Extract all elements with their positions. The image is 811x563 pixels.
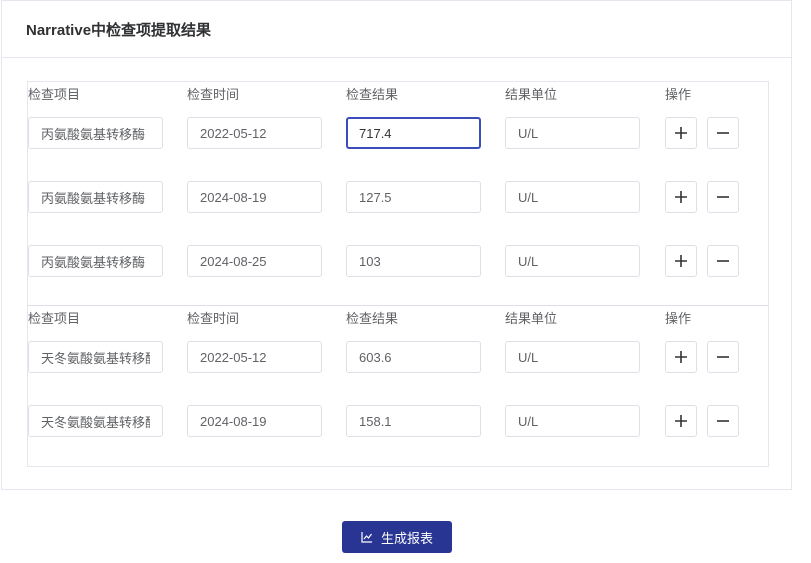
check-item-input[interactable] (28, 117, 163, 149)
plus-icon (675, 191, 687, 203)
generate-report-label: 生成报表 (380, 530, 433, 546)
delete-row-button[interactable] (707, 245, 739, 277)
check-time-input[interactable] (187, 181, 322, 213)
table-row (28, 181, 768, 213)
plus-icon (675, 351, 687, 363)
check-item-group-1: 检查项目 检查时间 检查结果 结果单位 操作 (27, 81, 769, 306)
add-row-button[interactable] (665, 181, 697, 213)
minus-icon (717, 420, 729, 422)
table-row (28, 245, 768, 277)
table-row (28, 117, 768, 149)
check-result-input[interactable] (346, 117, 481, 149)
check-result-input[interactable] (346, 245, 481, 277)
check-result-input[interactable] (346, 341, 481, 373)
header-result-unit: 结果单位 (505, 87, 558, 102)
delete-row-button[interactable] (707, 405, 739, 437)
result-unit-input[interactable] (505, 181, 640, 213)
delete-row-button[interactable] (707, 341, 739, 373)
check-item-input[interactable] (28, 405, 163, 437)
plus-icon (675, 255, 687, 267)
check-item-input[interactable] (28, 245, 163, 277)
header-check-item: 检查项目 (28, 311, 81, 326)
header-check-time: 检查时间 (187, 87, 240, 102)
minus-icon (717, 260, 729, 262)
result-unit-input[interactable] (505, 245, 640, 277)
plus-icon (675, 127, 687, 139)
minus-icon (717, 132, 729, 134)
minus-icon (717, 196, 729, 198)
extraction-result-card: Narrative中检查项提取结果 检查项目 检查时间 检查结果 结果单位 操作 (1, 0, 792, 490)
line-chart-icon (361, 532, 372, 543)
header-check-result: 检查结果 (346, 87, 399, 102)
card-title: Narrative中检查项提取结果 (2, 1, 791, 58)
generate-report-button[interactable]: 生成报表 (342, 521, 452, 553)
check-item-group-2: 检查项目 检查时间 检查结果 结果单位 操作 (27, 306, 769, 467)
check-time-input[interactable] (187, 117, 322, 149)
header-operations: 操作 (665, 87, 692, 102)
header-check-time: 检查时间 (187, 311, 240, 326)
minus-icon (717, 356, 729, 358)
delete-row-button[interactable] (707, 117, 739, 149)
header-check-result: 检查结果 (346, 311, 399, 326)
check-time-input[interactable] (187, 341, 322, 373)
table-row (28, 341, 768, 373)
result-unit-input[interactable] (505, 405, 640, 437)
delete-row-button[interactable] (707, 181, 739, 213)
header-result-unit: 结果单位 (505, 311, 558, 326)
header-operations: 操作 (665, 311, 692, 326)
check-time-input[interactable] (187, 405, 322, 437)
add-row-button[interactable] (665, 245, 697, 277)
table-row (28, 405, 768, 437)
check-item-input[interactable] (28, 181, 163, 213)
check-result-input[interactable] (346, 181, 481, 213)
plus-icon (675, 415, 687, 427)
header-check-item: 检查项目 (28, 87, 81, 102)
add-row-button[interactable] (665, 117, 697, 149)
check-time-input[interactable] (187, 245, 322, 277)
check-result-input[interactable] (346, 405, 481, 437)
check-item-input[interactable] (28, 341, 163, 373)
result-unit-input[interactable] (505, 117, 640, 149)
add-row-button[interactable] (665, 341, 697, 373)
add-row-button[interactable] (665, 405, 697, 437)
result-unit-input[interactable] (505, 341, 640, 373)
